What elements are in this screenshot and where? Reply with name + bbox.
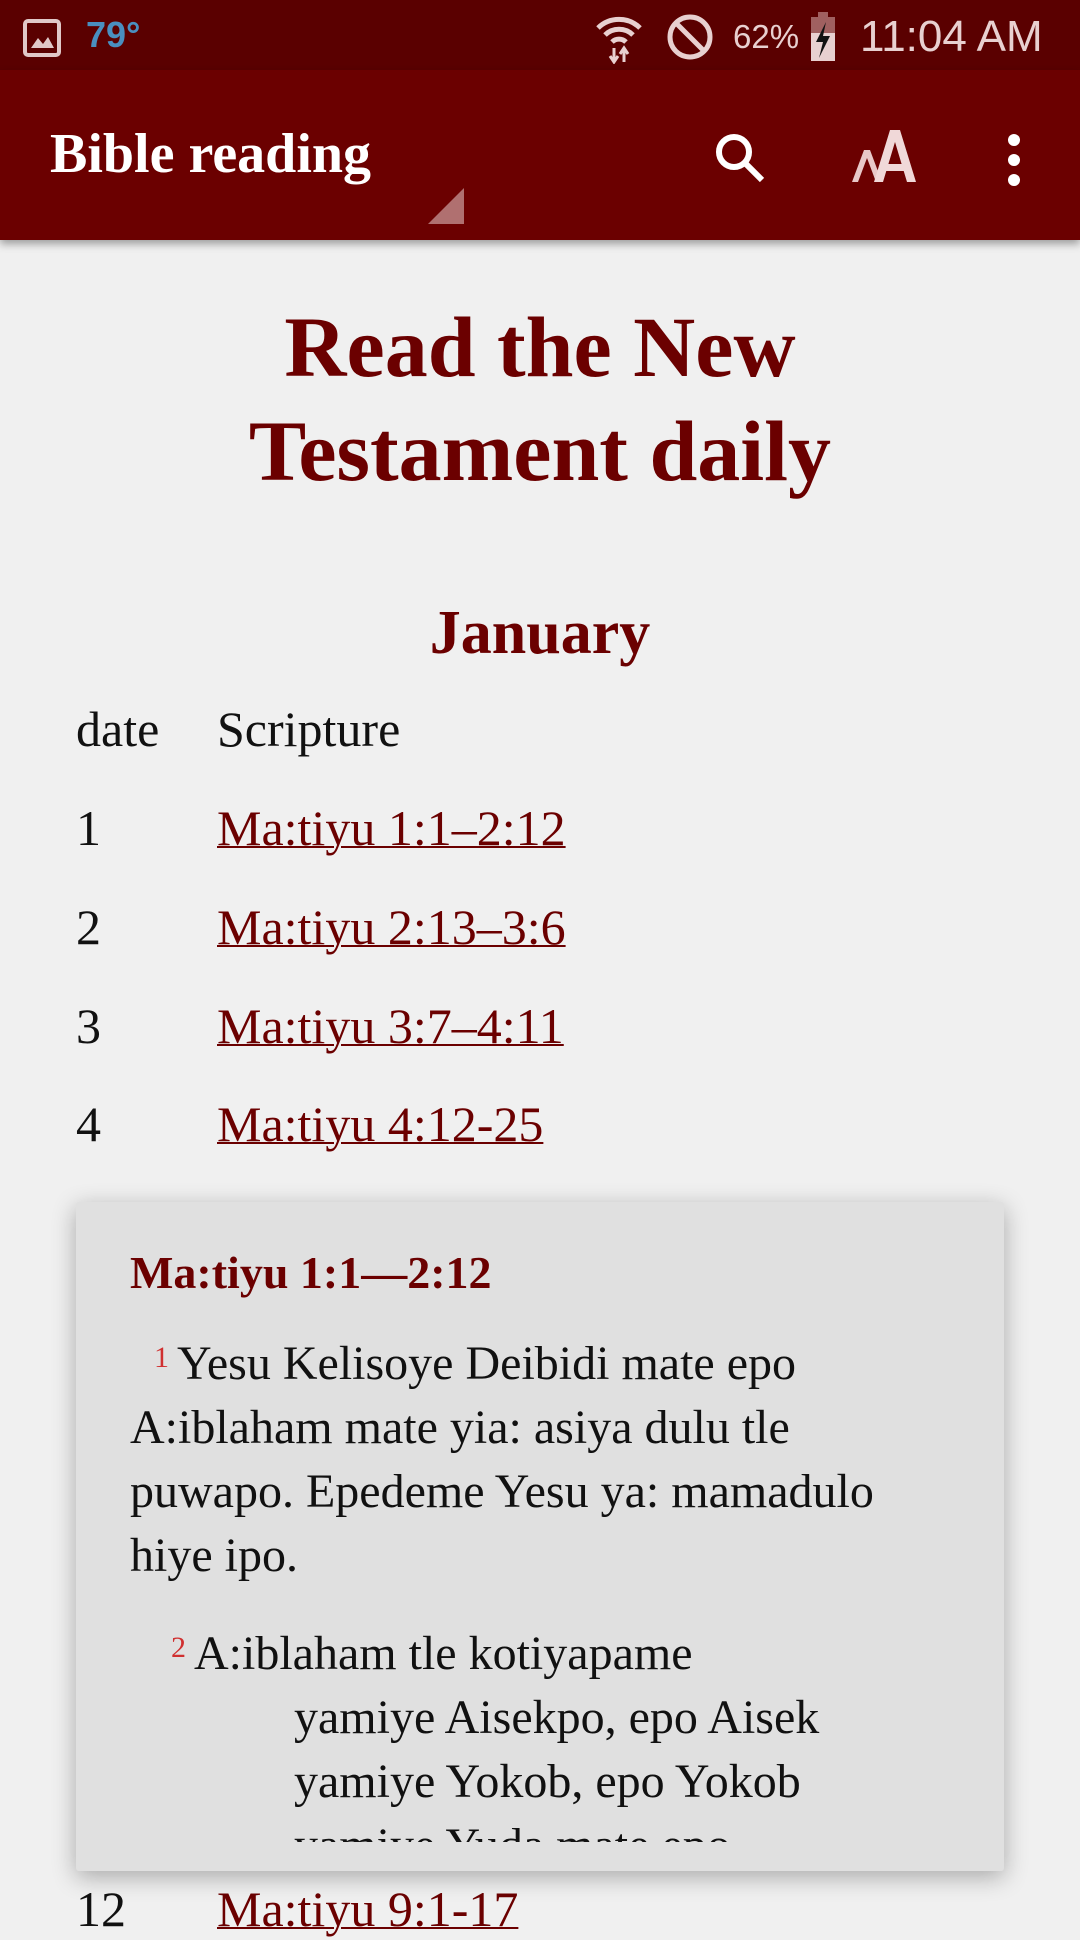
- popup-title: Ma:tiyu 1:1—2:12: [130, 1247, 492, 1298]
- status-bar: 79° 62% 11:04 AM: [0, 0, 1080, 70]
- row-date: 3: [76, 998, 101, 1054]
- verse-number: 2: [171, 1631, 186, 1664]
- wifi-icon: [596, 16, 642, 64]
- verse-line: yamiye Yokob, epo Yokob: [294, 1755, 801, 1808]
- weather-temperature: 79°: [86, 14, 141, 55]
- popup-bottom-edge: [76, 1842, 1004, 1871]
- app-bar: Bible reading: [0, 70, 1080, 240]
- scripture-link[interactable]: Ma:tiyu 4:12-25: [217, 1095, 543, 1153]
- scripture-header: Scripture: [217, 701, 401, 757]
- text-size-icon[interactable]: [850, 126, 926, 186]
- verse-1: 1 Yesu Kelisoye Deibidi mate epo A:iblaha…: [130, 1332, 960, 1588]
- row-date: 2: [76, 899, 101, 955]
- battery-charging-icon: [811, 12, 835, 61]
- page-title: Read the New Testament daily: [248, 299, 832, 499]
- row-date: 1: [76, 800, 101, 856]
- scripture-popup[interactable]: Ma:tiyu 1:1—2:12 1 Yesu Kelisoye Deibidi …: [76, 1202, 1004, 1871]
- row-date: 4: [76, 1096, 101, 1152]
- do-not-disturb-icon: [667, 14, 713, 60]
- verse-2: 2 A:iblaham tle kotiyapame yamiye Aisekpo…: [171, 1622, 971, 1871]
- scripture-link[interactable]: Ma:tiyu 9:1-17: [217, 1880, 518, 1938]
- scripture-link[interactable]: Ma:tiyu 1:1–2:12: [217, 799, 566, 857]
- scripture-link[interactable]: Ma:tiyu 3:7–4:11: [217, 997, 564, 1055]
- clock: 11:04 AM: [860, 12, 1043, 61]
- search-icon[interactable]: [712, 130, 768, 186]
- verse-text: Yesu Kelisoye Deibidi mate epo A:iblaham…: [130, 1337, 874, 1582]
- scripture-link[interactable]: Ma:tiyu 2:13–3:6: [217, 898, 566, 956]
- verse-line: yamiye Aisekpo, epo Aisek: [294, 1691, 820, 1744]
- row-date: 12: [76, 1881, 126, 1937]
- dropdown-triangle-icon[interactable]: [428, 188, 464, 224]
- date-header: date: [76, 701, 160, 757]
- month-heading: January: [429, 599, 651, 667]
- more-vert-icon[interactable]: [1002, 132, 1026, 188]
- verse-number: 1: [154, 1341, 169, 1374]
- gallery-icon: [23, 19, 61, 57]
- book-selector[interactable]: Bible reading: [50, 122, 371, 186]
- battery-percentage: 62%: [733, 18, 800, 55]
- verse-text: A:iblaham tle kotiyapame: [194, 1627, 693, 1680]
